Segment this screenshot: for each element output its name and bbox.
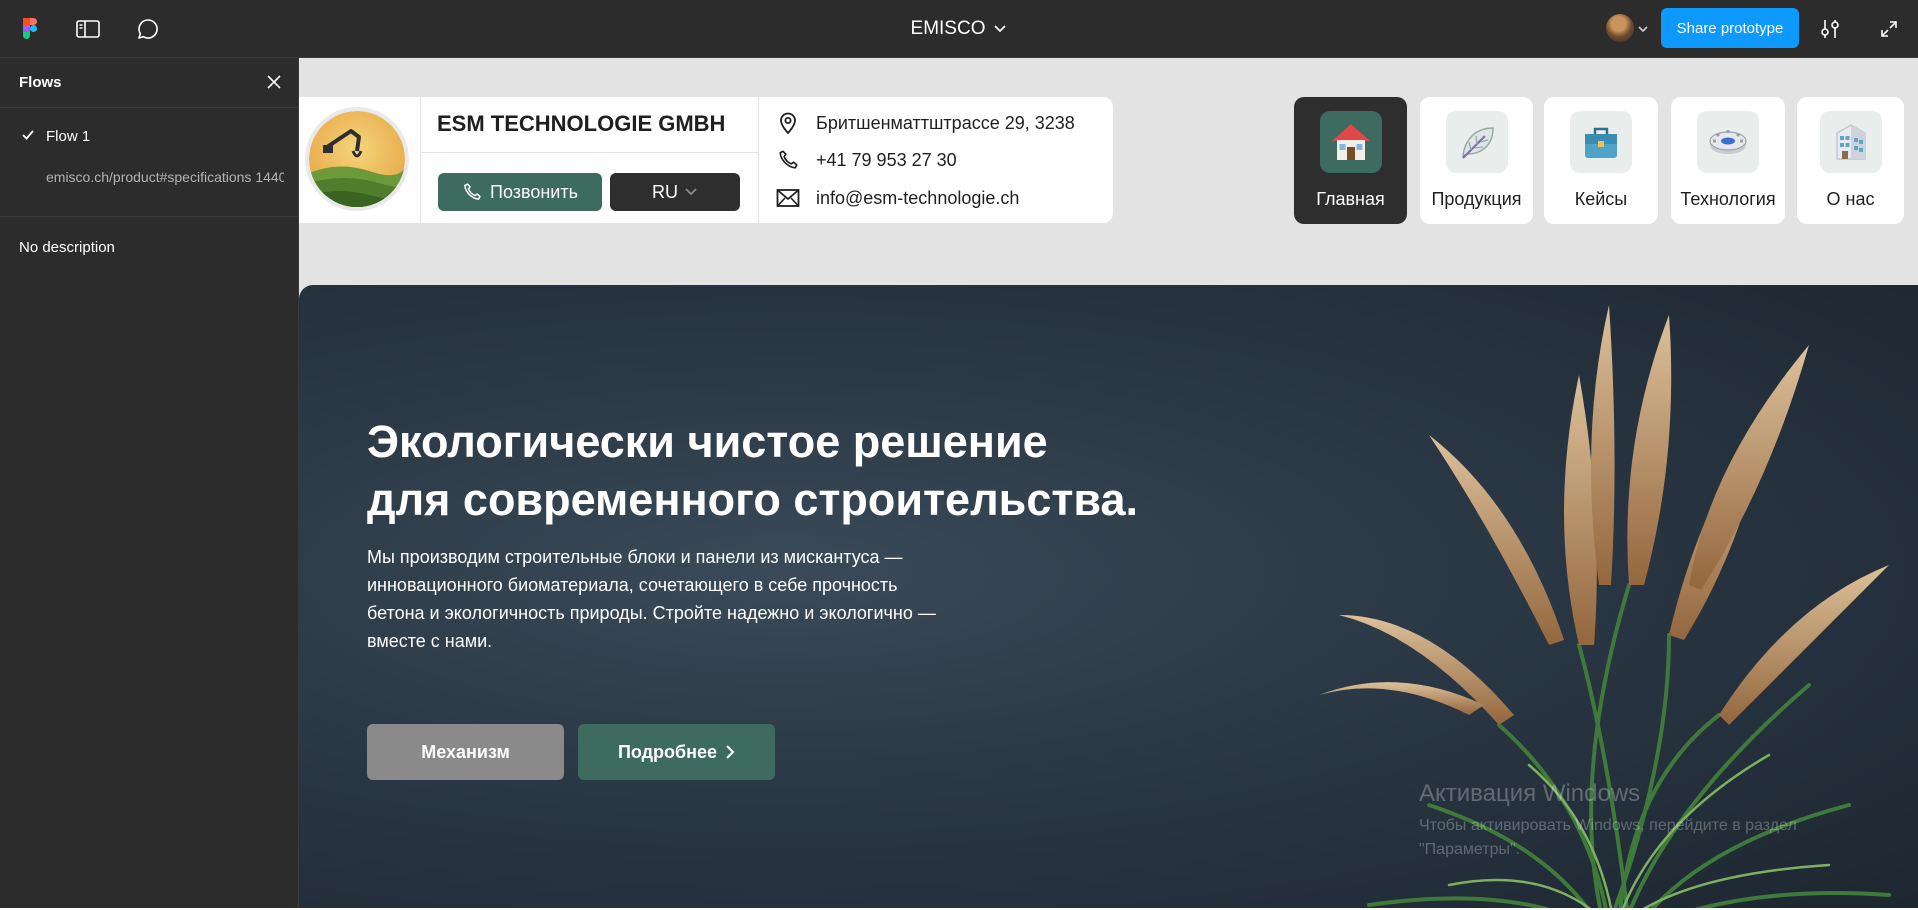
briefcase-icon: [1570, 111, 1632, 173]
watermark-subtitle: Чтобы активировать Windows, перейдите в …: [1419, 817, 1797, 858]
contact-phone[interactable]: +41 79 953 27 30: [776, 145, 957, 175]
watermark-title: Активация Windows: [1419, 780, 1641, 807]
contact-email[interactable]: info@esm-technologie.ch: [776, 183, 1019, 213]
fullscreen-icon[interactable]: [1874, 14, 1904, 44]
hero-title-line: Экологически чистое решение: [367, 416, 1048, 467]
hero-title-line: для современного строительства.: [367, 474, 1138, 525]
top-bar: EMISCO Share prototype: [0, 0, 1918, 58]
house-icon: [1319, 111, 1382, 173]
flows-sidebar: Flows Flow 1 emisco.ch/product#specifica…: [0, 58, 299, 910]
hero-section: Экологически чистое решение для современ…: [299, 285, 1918, 910]
nav-label: Продукция: [1431, 189, 1522, 209]
building-icon: [1819, 111, 1882, 173]
flow-name: Flow 1: [46, 128, 91, 145]
flow-url[interactable]: emisco.ch/product#specifications 1440: [46, 169, 284, 185]
phone-icon: [464, 183, 481, 200]
nav-item-products[interactable]: Продукция: [1420, 97, 1533, 224]
chevron-right-icon: [726, 745, 735, 759]
company-name: ESM TECHNOLOGIE GMBH: [437, 111, 726, 136]
contact-address: Бритшенматтштрассе 29, 3238: [776, 108, 1075, 138]
address-text: Бритшенматтштрассе 29, 3238: [816, 112, 1075, 133]
check-icon: [21, 128, 35, 146]
flow-description: No description: [19, 239, 115, 256]
call-button[interactable]: Позвонить: [438, 173, 602, 211]
language-select[interactable]: RU: [610, 173, 740, 211]
header-info-card: ESM TECHNOLOGIE GMBH Позвонить RU Бритше…: [299, 97, 1113, 223]
user-avatar[interactable]: [1606, 14, 1634, 42]
nav-item-home[interactable]: Главная: [1294, 97, 1407, 224]
email-text: info@esm-technologie.ch: [816, 187, 1020, 208]
nav-label: Кейсы: [1574, 189, 1628, 209]
figma-logo-icon[interactable]: [15, 14, 45, 44]
card-separator: [420, 97, 421, 223]
nav-label: Технология: [1680, 189, 1776, 209]
mail-icon: [776, 186, 800, 210]
hero-title: Экологически чистое решение для современ…: [367, 413, 1267, 529]
nav-label: О нас: [1826, 189, 1875, 209]
card-separator: [421, 152, 758, 153]
more-button-label: Подробнее: [617, 741, 718, 762]
call-button-label: Позвонить: [490, 181, 578, 202]
share-prototype-button[interactable]: Share prototype: [1661, 8, 1799, 48]
nav-item-about[interactable]: О нас: [1797, 97, 1904, 224]
mechanism-button[interactable]: Механизм: [367, 724, 564, 780]
comment-icon[interactable]: [133, 14, 163, 44]
file-title-text: EMISCO: [910, 18, 986, 39]
sidebar-title: Flows: [19, 74, 62, 91]
chevron-down-icon: [685, 188, 697, 196]
location-pin-icon: [776, 111, 800, 135]
company-logo[interactable]: [305, 107, 409, 211]
settings-sliders-icon[interactable]: [1815, 14, 1845, 44]
phone-text: +41 79 953 27 30: [816, 149, 957, 170]
nav-item-cases[interactable]: Кейсы: [1544, 97, 1658, 224]
more-button[interactable]: Подробнее: [578, 724, 775, 780]
language-label: RU: [652, 181, 678, 202]
sidebar-divider: [0, 216, 299, 217]
hero-description: Мы производим строительные блоки и панел…: [367, 547, 936, 651]
sidebar-toggle-icon[interactable]: [73, 14, 103, 44]
chevron-down-icon[interactable]: [1638, 20, 1648, 38]
nav-item-technology[interactable]: Технология: [1671, 97, 1785, 224]
leaf-icon: [1445, 111, 1508, 173]
close-icon[interactable]: [264, 72, 284, 92]
nav-label: Главная: [1316, 189, 1385, 209]
windows-activation-watermark: Активация Windows Чтобы активировать Win…: [1419, 780, 1859, 862]
phone-icon: [776, 148, 800, 172]
flow-item[interactable]: Flow 1: [0, 122, 299, 150]
chevron-down-icon: [994, 25, 1007, 33]
sidebar-header: Flows: [0, 58, 299, 108]
card-separator: [758, 97, 759, 223]
file-title-button[interactable]: EMISCO: [911, 18, 1008, 40]
gear-icon: [1697, 111, 1759, 173]
prototype-canvas: ESM TECHNOLOGIE GMBH Позвонить RU Бритше…: [299, 58, 1918, 910]
